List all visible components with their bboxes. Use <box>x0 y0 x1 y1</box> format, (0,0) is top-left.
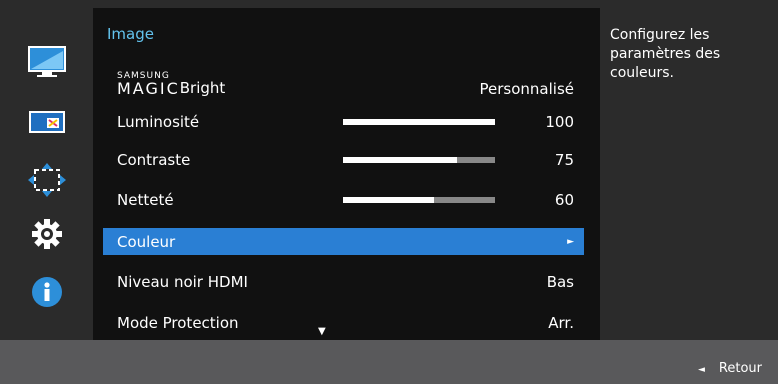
picture-icon[interactable] <box>0 42 93 82</box>
contraste-value: 75 <box>554 150 574 169</box>
menu-item-magicbright[interactable]: SAMSUNG MAGIC Bright Personnalisé <box>103 71 584 102</box>
help-panel: Configurez les paramètres des couleurs. <box>600 8 778 340</box>
back-button[interactable]: ◄ Retour <box>698 361 762 376</box>
position-icon[interactable] <box>0 160 93 200</box>
settings-gear-icon[interactable] <box>0 214 93 254</box>
pip-icon[interactable] <box>0 102 93 142</box>
magicbright-label: SAMSUNG MAGIC Bright <box>117 71 226 98</box>
magicbright-value: Personnalisé <box>479 79 574 98</box>
menu-item-contraste[interactable]: Contraste 75 <box>103 146 584 173</box>
couleur-label: Couleur <box>117 232 176 251</box>
luminosite-slider-fill <box>343 119 495 125</box>
nettete-slider[interactable] <box>343 197 495 203</box>
information-icon[interactable] <box>0 272 93 312</box>
menu-item-nettete[interactable]: Netteté 60 <box>103 186 584 213</box>
menu-item-niveau-noir-hdmi[interactable]: Niveau noir HDMI Bas <box>103 268 584 295</box>
nettete-value: 60 <box>554 190 574 209</box>
image-menu: Image SAMSUNG MAGIC Bright Personnalisé … <box>93 8 600 347</box>
menu-item-luminosite[interactable]: Luminosité 100 <box>103 108 584 135</box>
couleur-arrow-icon: ► <box>567 236 574 247</box>
luminosite-value: 100 <box>545 112 574 131</box>
back-arrow-icon: ◄ <box>697 365 705 375</box>
menu-title: Image <box>107 25 154 43</box>
luminosite-slider[interactable] <box>343 119 495 125</box>
menu-item-couleur[interactable]: Couleur ► <box>103 228 584 255</box>
sidebar <box>0 0 93 340</box>
contraste-label: Contraste <box>117 150 191 169</box>
menu-item-mode-protection[interactable]: Mode Protection Arr. <box>103 309 584 336</box>
mode-protection-label: Mode Protection <box>117 313 239 332</box>
luminosite-label: Luminosité <box>117 112 200 131</box>
niveau-noir-hdmi-value: Bas <box>546 272 574 291</box>
contraste-slider[interactable] <box>343 157 495 163</box>
footer-bar: ◄ Retour <box>0 340 778 384</box>
nettete-slider-fill <box>343 197 435 203</box>
back-label: Retour <box>718 361 762 376</box>
niveau-noir-hdmi-label: Niveau noir HDMI <box>117 272 248 291</box>
contraste-slider-fill <box>343 157 457 163</box>
help-text: Configurez les paramètres des couleurs. <box>610 27 721 81</box>
scroll-down-icon[interactable]: ▼ <box>318 326 326 337</box>
mode-protection-value: Arr. <box>548 313 574 332</box>
samsung-magic-logo: SAMSUNG MAGIC <box>117 71 180 98</box>
nettete-label: Netteté <box>117 190 174 209</box>
